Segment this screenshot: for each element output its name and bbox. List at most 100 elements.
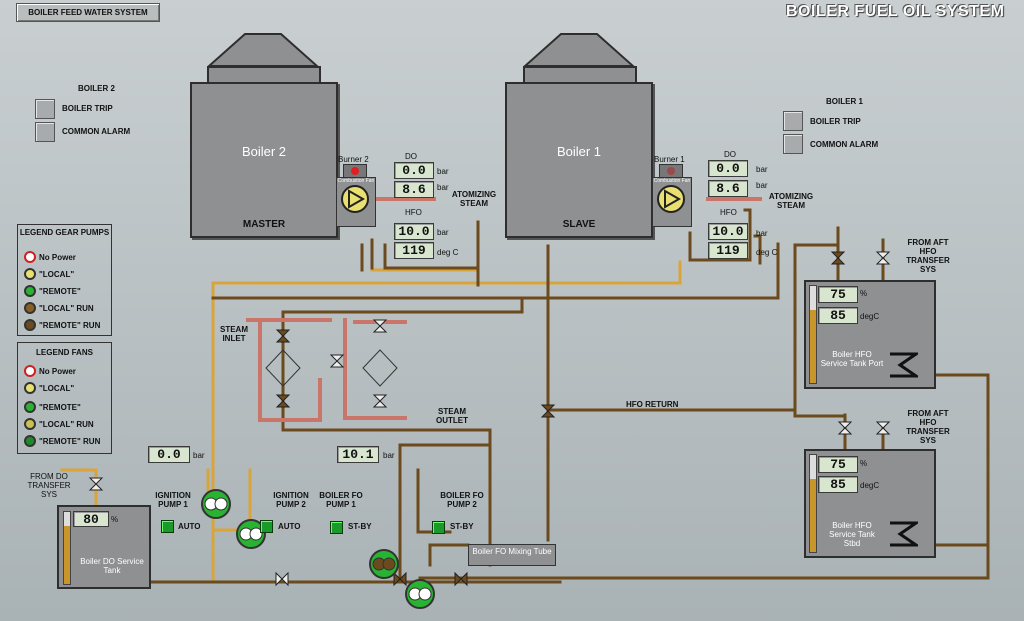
- fo-pump-pressure-unit: bar: [383, 451, 395, 460]
- boiler2-temp-unit: deg C: [437, 248, 459, 257]
- legend-fans: LEGEND FANS No Power "LOCAL" "REMOTE" "L…: [17, 342, 112, 454]
- fo-pump2-icon: [408, 587, 432, 601]
- boiler2-stack: [207, 33, 319, 67]
- burner2-lamp-box: [343, 164, 367, 178]
- fo-pump2[interactable]: [405, 579, 435, 609]
- boiler1-do-label: DO: [724, 150, 736, 159]
- boiler2-trip-label: BOILER TRIP: [62, 104, 113, 113]
- boiler1-fan-box[interactable]: Combustion Fan: [652, 177, 692, 227]
- boiler2-fan-box[interactable]: Combustion Fan: [336, 177, 376, 227]
- boiler2-role: MASTER: [242, 219, 286, 230]
- fo-pump1-icon: [372, 557, 396, 571]
- pump-remote-run-icon: [24, 319, 36, 331]
- stbd-tank-name: Boiler HFO Service Tank Stbd: [829, 521, 875, 548]
- fo-pump2-standby-selector[interactable]: [432, 521, 445, 534]
- boiler2-alarm-indicator: [35, 122, 55, 142]
- do-tank-level-bar: [63, 511, 71, 585]
- ignition-pressure-unit: bar: [193, 451, 205, 460]
- fo-pump1-mode-label: ST-BY: [348, 522, 372, 531]
- pump-no-power-icon: [24, 251, 36, 263]
- boiler1-alarm-label: COMMON ALARM: [810, 140, 879, 149]
- ignition-pump2-label: IGNITION PUMP 2: [273, 491, 309, 509]
- fan-local-icon: [24, 382, 36, 394]
- fan-remote-run-icon: [24, 435, 36, 447]
- hfo-service-tank-port[interactable]: 75 % 85 degC Boiler HFO Service Tank Por…: [804, 280, 936, 389]
- page-title: BOILER FUEL OIL SYSTEM: [786, 3, 1005, 20]
- boiler1-atom-label: ATOMIZING STEAM: [768, 192, 814, 210]
- legend-gear-pumps: LEGEND GEAR PUMPS No Power "LOCAL" "REMO…: [17, 224, 112, 336]
- legend-pump-item: "REMOTE" RUN: [39, 320, 101, 330]
- fo-mixing-tube[interactable]: Boiler FO Mixing Tube: [468, 544, 556, 566]
- steam-inlet-label: STEAM INLET: [220, 325, 248, 343]
- burner1-label: Burner 1: [654, 155, 685, 164]
- boiler1-temp-unit: deg C: [756, 248, 778, 257]
- stbd-tank-level-bar: [809, 454, 817, 553]
- do-service-tank[interactable]: 80 % Boiler DO Service Tank: [57, 505, 151, 589]
- fo-pump1[interactable]: [369, 549, 399, 579]
- boiler-feed-water-button[interactable]: BOILER FEED WATER SYSTEM: [16, 3, 160, 22]
- boiler1-stack: [523, 33, 635, 67]
- fo-pump1-label: BOILER FO PUMP 1: [319, 491, 363, 509]
- boiler2-atom-label: ATOMIZING STEAM: [451, 190, 497, 208]
- legend-pump-item: "LOCAL" RUN: [39, 303, 94, 313]
- boiler2-fan-icon: [341, 185, 369, 213]
- boiler1-hfo-unit: bar: [756, 229, 768, 238]
- legend-pump-item: "LOCAL": [39, 269, 75, 279]
- port-tank-heater-icon: [890, 352, 918, 378]
- boiler1-atom-unit: bar: [756, 181, 768, 190]
- fo-pump1-standby-selector[interactable]: [330, 521, 343, 534]
- boiler2-hfo-unit: bar: [437, 228, 449, 237]
- legend-pump-item: No Power: [39, 252, 76, 262]
- port-tank-temp: 85: [818, 307, 858, 324]
- legend-fan-item: "REMOTE": [39, 402, 81, 412]
- pump-remote-icon: [24, 285, 36, 297]
- ignition-auto-selector[interactable]: [161, 520, 174, 533]
- port-tank-level-bar: [809, 285, 817, 384]
- boiler1-hfo-label: HFO: [720, 208, 737, 217]
- legend-fan-item: No Power: [39, 366, 76, 376]
- ignition2-mode-label: AUTO: [278, 522, 301, 531]
- fo-pump2-mode-label: ST-BY: [450, 522, 474, 531]
- hfo-service-tank-stbd[interactable]: 75 % 85 degC Boiler HFO Service Tank Stb…: [804, 449, 936, 558]
- burner1-lamp: [667, 167, 675, 175]
- port-tank-level-unit: %: [860, 289, 868, 298]
- port-tank-source-label: FROM AFT HFO TRANSFER SYS: [906, 238, 950, 274]
- burner2-label: Burner 2: [338, 155, 369, 164]
- boiler2-hfo-pressure: 10.0: [394, 223, 434, 240]
- do-tank-level: 80: [73, 511, 109, 527]
- port-tank-name: Boiler HFO Service Tank Port: [820, 350, 884, 368]
- hfo-return-label: HFO RETURN: [626, 400, 679, 409]
- boiler1-do-unit: bar: [756, 165, 768, 174]
- boiler2-panel-header: BOILER 2: [78, 84, 115, 93]
- burner2-lamp: [351, 167, 359, 175]
- stbd-tank-temp-unit: degC: [860, 481, 880, 490]
- ignition-pump1[interactable]: [201, 489, 231, 519]
- boiler1-name: Boiler 1: [556, 144, 602, 159]
- do-tank-level-unit: %: [111, 515, 119, 524]
- boiler2-hfo-label: HFO: [405, 208, 422, 217]
- boiler2-name: Boiler 2: [241, 144, 287, 159]
- burner1-lamp-box: [659, 164, 683, 178]
- legend-gear-pumps-title: LEGEND GEAR PUMPS: [19, 228, 110, 237]
- stbd-tank-heater-icon: [890, 521, 918, 547]
- legend-fan-item: "REMOTE" RUN: [39, 436, 101, 446]
- pump-local-run-icon: [24, 302, 36, 314]
- boiler2-body[interactable]: Boiler 2 MASTER: [190, 82, 338, 238]
- boiler2-do-pressure: 0.0: [394, 162, 434, 179]
- boiler1-trip-label: BOILER TRIP: [810, 117, 861, 126]
- boiler1-fan-icon: [657, 185, 685, 213]
- do-tank-source-label: FROM DO TRANSFER SYS: [27, 472, 71, 499]
- boiler1-hfo-pressure: 10.0: [708, 223, 748, 240]
- ignition-mode-label: AUTO: [178, 522, 201, 531]
- stbd-tank-level-unit: %: [860, 459, 868, 468]
- legend-pump-item: "REMOTE": [39, 286, 81, 296]
- boiler1-do-pressure: 0.0: [708, 160, 748, 177]
- ignition2-auto-selector[interactable]: [260, 520, 273, 533]
- boiler1-role: SLAVE: [562, 219, 596, 230]
- do-tank-name: Boiler DO Service Tank: [80, 557, 144, 575]
- legend-fan-item: "LOCAL" RUN: [39, 419, 94, 429]
- boiler1-panel-header: BOILER 1: [826, 97, 863, 106]
- boiler1-body[interactable]: Boiler 1 SLAVE: [505, 82, 653, 238]
- fan-remote-icon: [24, 401, 36, 413]
- legend-fans-title: LEGEND FANS: [36, 348, 93, 357]
